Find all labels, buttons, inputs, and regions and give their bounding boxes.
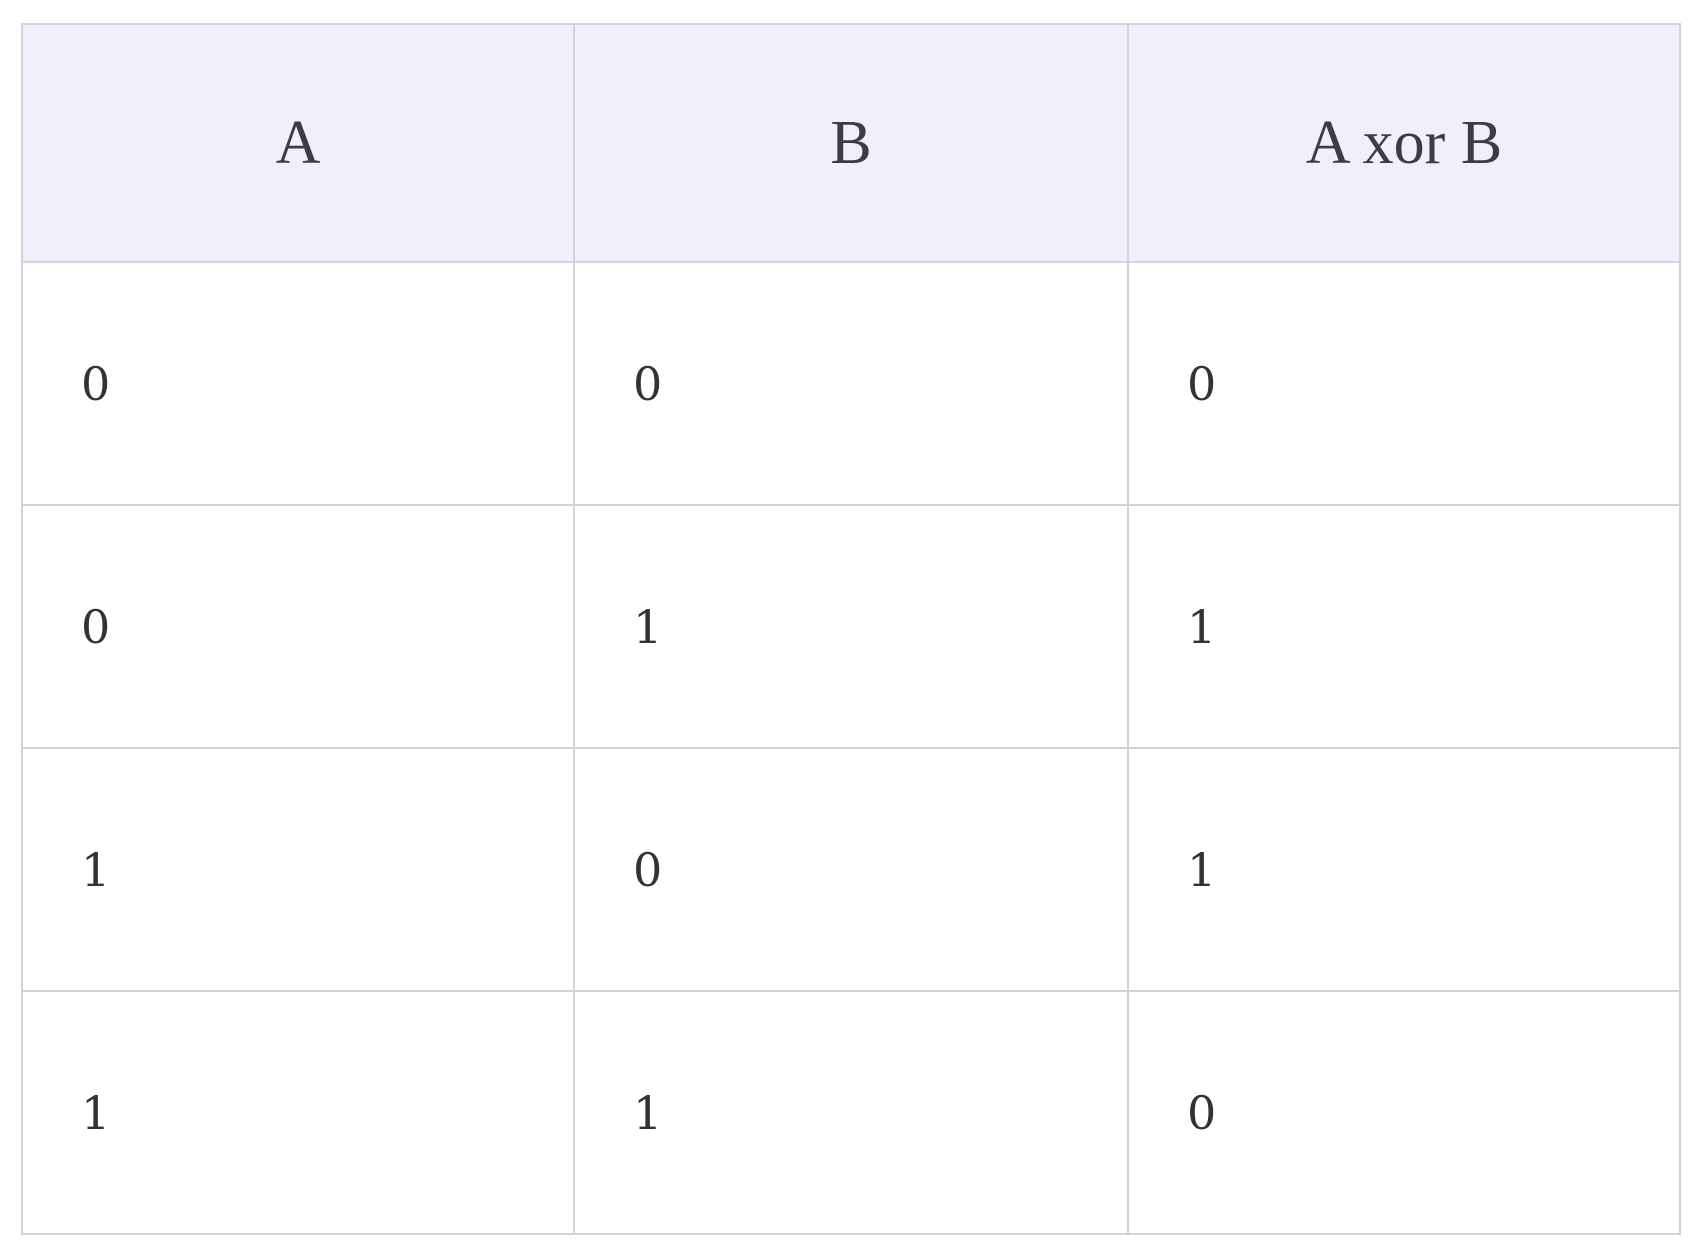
table-cell: 1 bbox=[1127, 504, 1681, 749]
table-body: 0 0 0 0 1 1 1 0 1 1 1 0 bbox=[21, 261, 1681, 1235]
header-cell-b: B bbox=[573, 23, 1129, 263]
table-cell: 0 bbox=[573, 747, 1129, 992]
table-cell: 0 bbox=[1127, 990, 1681, 1235]
table-cell: 0 bbox=[21, 261, 575, 506]
table-row: 0 0 0 bbox=[21, 261, 1681, 506]
header-cell-a: A bbox=[21, 23, 575, 263]
table-cell: 1 bbox=[1127, 747, 1681, 992]
table-cell: 1 bbox=[21, 747, 575, 992]
header-cell-a-xor-b: A xor B bbox=[1127, 23, 1681, 263]
header-row: A B A xor B bbox=[21, 23, 1681, 263]
table-cell: 0 bbox=[21, 504, 575, 749]
table-cell: 1 bbox=[573, 504, 1129, 749]
table-header: A B A xor B bbox=[21, 23, 1681, 263]
table-cell: 1 bbox=[21, 990, 575, 1235]
table-cell: 0 bbox=[1127, 261, 1681, 506]
table-cell: 1 bbox=[573, 990, 1129, 1235]
table-row: 0 1 1 bbox=[21, 504, 1681, 749]
table-row: 1 0 1 bbox=[21, 747, 1681, 992]
table-row: 1 1 0 bbox=[21, 990, 1681, 1235]
table-cell: 0 bbox=[573, 261, 1129, 506]
xor-truth-table: A B A xor B 0 0 0 0 1 1 1 0 1 1 1 0 bbox=[21, 23, 1681, 1235]
